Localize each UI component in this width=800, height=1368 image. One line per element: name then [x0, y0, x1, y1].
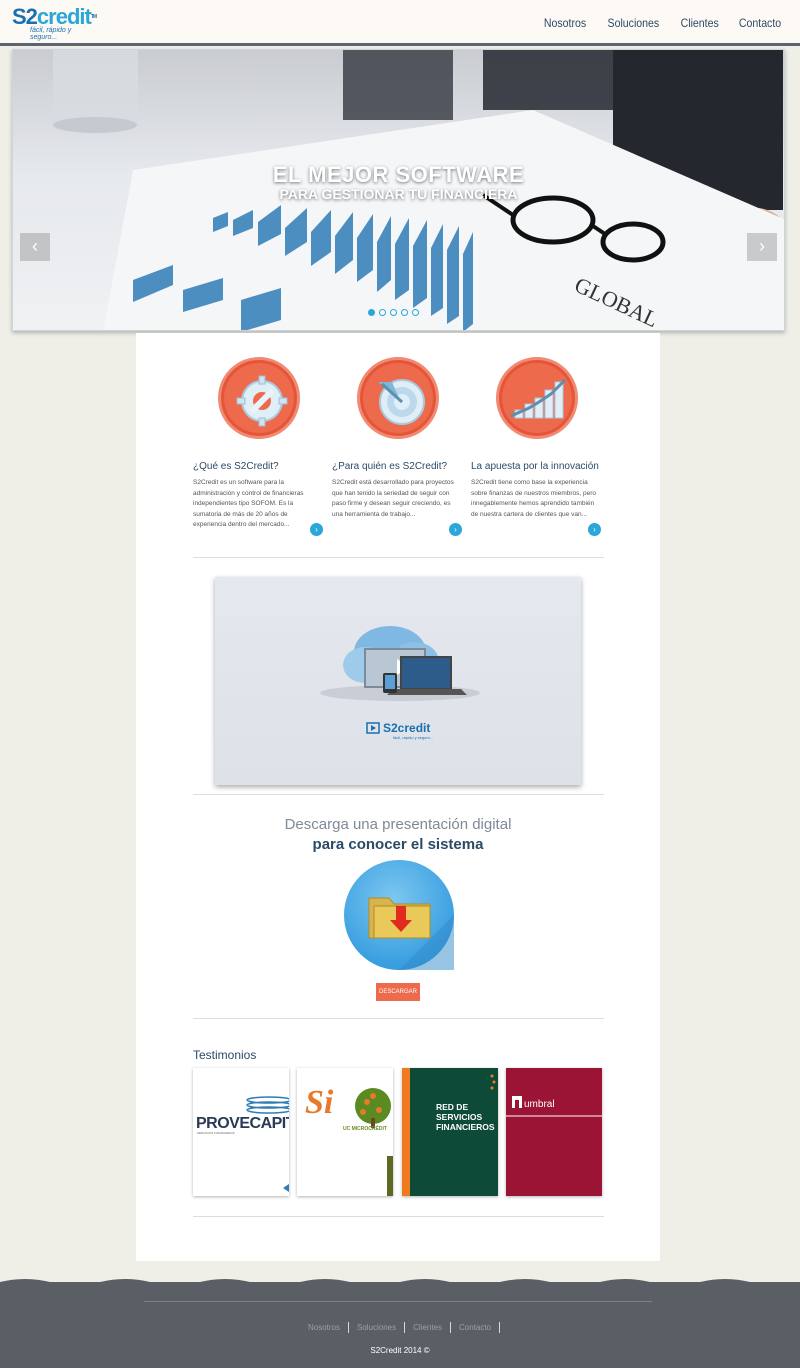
slider-dot-2[interactable]	[379, 309, 386, 316]
footer-link-nosotros[interactable]: Nosotros	[300, 1322, 349, 1333]
video-tagline: fácil, rápido y seguro...	[393, 735, 434, 740]
gear-wrench-icon	[218, 357, 300, 439]
slider-dot-3[interactable]	[390, 309, 397, 316]
logo-credit: credit	[36, 4, 92, 29]
divider	[193, 1216, 604, 1217]
video-player[interactable]: S2credit fácil, rápido y seguro...	[215, 577, 581, 785]
s2credit-logo[interactable]: S2creditTM fácil, rápido y seguro...	[12, 6, 98, 42]
site-footer: Nosotros Soluciones Clientes Contacto S2…	[0, 1279, 800, 1368]
si-logo-text: Si	[305, 1084, 334, 1121]
feature-title: ¿Para quién es S2Credit?	[332, 461, 448, 472]
cloud-devices-illustration	[320, 626, 480, 734]
si-sub: UC MICROCRÉDIT	[343, 1126, 387, 1132]
slider-next-button[interactable]: ›	[747, 233, 777, 261]
logo-trademark: TM	[90, 14, 97, 20]
growth-chart-icon	[496, 357, 578, 439]
read-more-button[interactable]: ›	[449, 523, 462, 536]
slider-dot-1[interactable]	[368, 309, 375, 316]
feature-text: S2Credit está desarrollado para proyecto…	[332, 479, 454, 518]
testimonial-umbral[interactable]: umbral	[506, 1068, 602, 1196]
red-servicios-stripe	[402, 1068, 496, 1196]
provecapital-sub: SERVICIOS FINANCIEROS	[197, 1131, 235, 1135]
download-heading: Descarga una presentación digital	[284, 816, 512, 833]
feature-text: S2Credit tiene como base la experiencia …	[471, 479, 597, 518]
copyright: S2Credit 2014 ©	[370, 1346, 430, 1355]
footer-nav: Nosotros Soluciones Clientes Contacto	[0, 1322, 800, 1333]
video-logo: S2credit	[383, 721, 431, 735]
feature-innovacion: La apuesta por la innovación S2Credit ti…	[471, 357, 601, 536]
read-more-button[interactable]: ›	[588, 523, 601, 536]
footer-divider	[144, 1301, 652, 1302]
download-button[interactable]: DESCARGAR	[376, 983, 420, 1001]
hero-subtitle: PARA GESTIONAR TU FINANCIERA	[279, 186, 518, 202]
read-more-button[interactable]: ›	[310, 523, 323, 536]
testimonial-red-servicios[interactable]: RED DE SERVICIOS FINANCIEROS	[402, 1068, 498, 1196]
slider-dots	[368, 309, 419, 316]
testimonial-si-microcredit[interactable]: Si UC MICROCRÉDIT	[297, 1068, 393, 1196]
main-content: ¿Qué es S2Credit? S2Credit es un softwar…	[136, 333, 660, 1261]
nav-soluciones[interactable]: Soluciones	[607, 16, 659, 30]
download-subheading: para conocer el sistema	[312, 836, 484, 853]
nav-contacto[interactable]: Contacto	[739, 16, 781, 30]
site-header: S2creditTM fácil, rápido y seguro... Nos…	[0, 0, 800, 46]
divider	[193, 1018, 604, 1019]
divider	[193, 794, 604, 795]
nav-clientes[interactable]: Clientes	[680, 16, 718, 30]
slider-dot-4[interactable]	[401, 309, 408, 316]
slider-dot-5[interactable]	[412, 309, 419, 316]
umbral-name: umbral	[524, 1099, 555, 1110]
footer-wave	[0, 1279, 800, 1288]
logo-tagline: fácil, rápido y seguro...	[30, 27, 72, 41]
hero-slider: GLOBAL EL MEJOR SOFTWARE PARA GESTIONAR …	[12, 49, 785, 331]
testimonials-title: Testimonios	[193, 1048, 257, 1062]
feature-para-quien: ¿Para quién es S2Credit? S2Credit está d…	[332, 357, 462, 536]
main-nav: Nosotros Soluciones Clientes Contacto	[541, 16, 784, 30]
red-servicios-name: RED DE SERVICIOS FINANCIEROS	[436, 1102, 495, 1132]
feature-title: ¿Qué es S2Credit?	[193, 461, 279, 472]
logo-wordmark: S2creditTM	[12, 6, 98, 28]
feature-text: S2Credit es un software para la administ…	[193, 479, 304, 528]
feature-que-es: ¿Qué es S2Credit? S2Credit es un softwar…	[193, 357, 323, 536]
footer-link-clientes[interactable]: Clientes	[405, 1322, 452, 1333]
feature-title: La apuesta por la innovación	[471, 461, 599, 472]
download-folder-icon[interactable]	[344, 860, 454, 970]
hero-title: EL MEJOR SOFTWARE	[272, 162, 525, 187]
umbral-logo-mark	[506, 1096, 602, 1117]
slider-prev-button[interactable]: ‹	[20, 233, 50, 261]
footer-link-soluciones[interactable]: Soluciones	[349, 1322, 406, 1333]
target-icon	[357, 357, 439, 439]
testimonial-provecapital[interactable]: PROVECAPITAL SERVICIOS FINANCIEROS	[193, 1068, 289, 1196]
footer-link-contacto[interactable]: Contacto	[451, 1322, 501, 1333]
nav-nosotros[interactable]: Nosotros	[544, 16, 586, 30]
divider	[193, 557, 604, 558]
logo-s2: S2	[12, 4, 38, 29]
